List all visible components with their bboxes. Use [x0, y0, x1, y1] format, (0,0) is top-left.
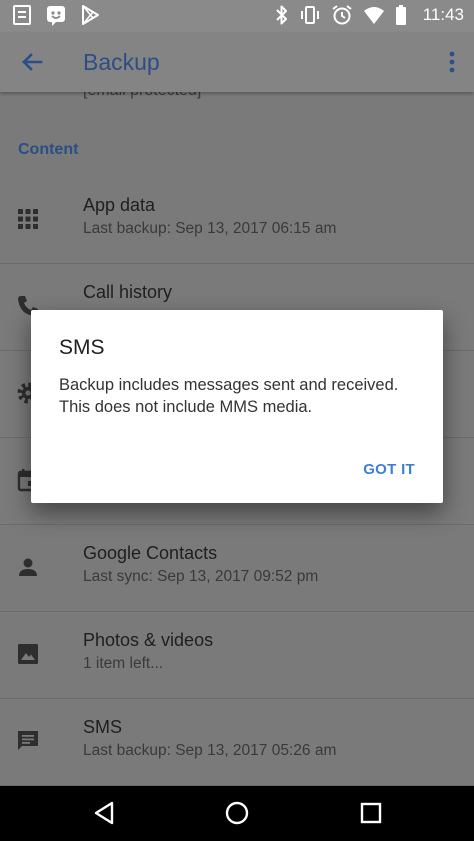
notes-icon	[12, 4, 32, 26]
nav-home-icon[interactable]	[224, 800, 250, 826]
status-time: 11:43	[422, 5, 464, 24]
account-email: [email protected]	[83, 92, 201, 100]
nav-recents-icon[interactable]	[358, 800, 384, 826]
app-bar: Backup	[0, 32, 474, 92]
status-bar: 11:43	[0, 0, 474, 32]
message-icon	[16, 729, 40, 753]
navigation-bar	[0, 786, 474, 841]
list-item-app-data[interactable]: App data Last backup: Sep 13, 2017 06:15…	[0, 177, 474, 264]
nav-back-icon[interactable]	[92, 800, 118, 826]
wifi-icon	[363, 4, 385, 26]
vibrate-icon	[299, 4, 321, 26]
list-item-sms[interactable]: SMS Last backup: Sep 13, 2017 05:26 am	[0, 699, 474, 786]
apps-grid-icon	[16, 207, 40, 231]
section-header-content: Content	[18, 141, 79, 158]
list-item-title: Google Contacts	[83, 543, 218, 563]
more-options-icon[interactable]	[444, 48, 460, 76]
alarm-icon	[331, 4, 353, 26]
person-icon	[16, 555, 40, 579]
list-item-subtitle: Last backup: Sep 13, 2017 06:15 am	[83, 220, 337, 237]
list-item-title: SMS	[83, 717, 123, 737]
list-item-subtitle: Last backup: Sep 13, 2017 05:26 am	[83, 742, 337, 759]
list-item-photos-videos[interactable]: Photos & videos 1 item left...	[0, 612, 474, 699]
messenger-icon	[46, 4, 66, 26]
back-arrow-icon[interactable]	[16, 46, 48, 78]
got-it-button[interactable]: GOT IT	[363, 461, 415, 478]
list-item-subtitle: 1 item left...	[83, 655, 164, 672]
dialog-message: Backup includes messages sent and receiv…	[59, 376, 399, 416]
list-item-title: Photos & videos	[83, 630, 214, 650]
sms-info-dialog: SMS Backup includes messages sent and re…	[31, 310, 443, 503]
dialog-title: SMS	[59, 336, 105, 359]
image-icon	[16, 642, 40, 666]
list-item-subtitle: Last sync: Sep 13, 2017 09:52 pm	[83, 568, 319, 585]
list-item-google-contacts[interactable]: Google Contacts Last sync: Sep 13, 2017 …	[0, 525, 474, 612]
list-item-title: App data	[83, 195, 156, 215]
list-item-title: Call history	[83, 282, 173, 302]
page-title: Backup	[83, 49, 160, 75]
play-store-icon	[80, 4, 100, 26]
bluetooth-icon	[275, 4, 289, 26]
battery-icon	[395, 4, 407, 26]
